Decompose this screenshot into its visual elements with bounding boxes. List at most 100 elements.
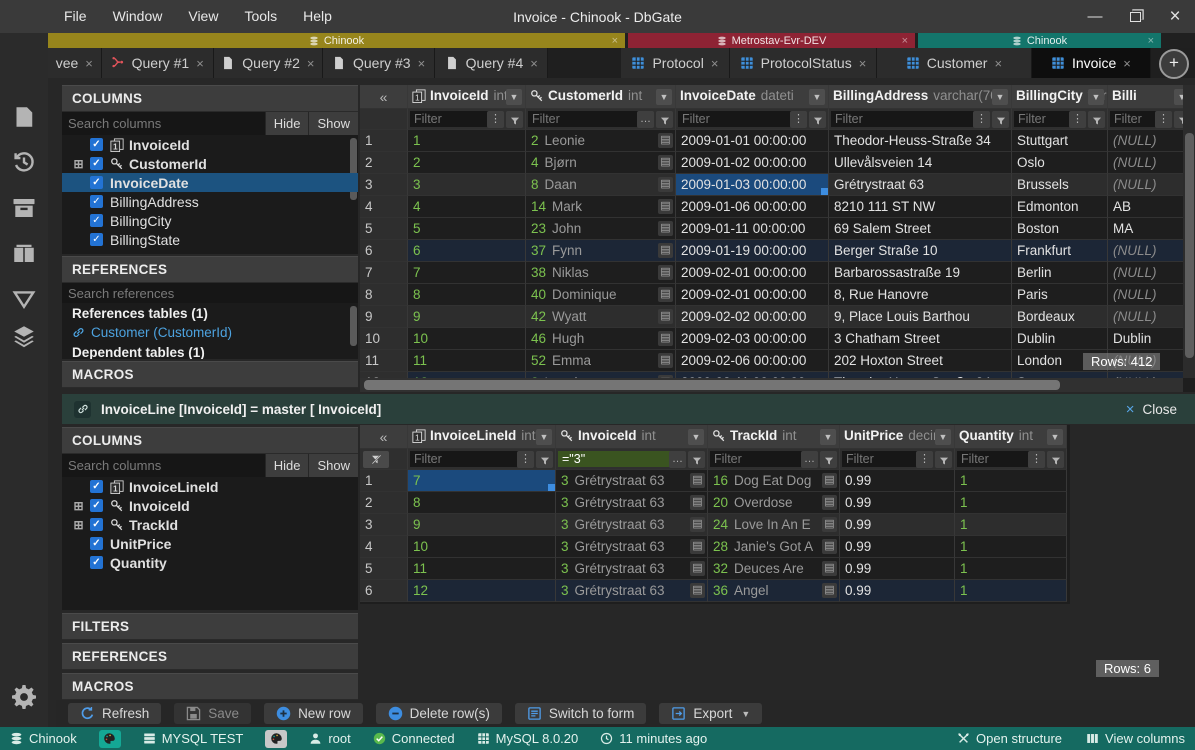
column-item-invoicelineid[interactable]: ✓1InvoiceLineId: [62, 477, 358, 496]
data-cell[interactable]: 3: [408, 174, 526, 196]
column-menu-chevron[interactable]: ▼: [992, 89, 1008, 105]
data-cell[interactable]: 42Wyatt▤: [526, 306, 676, 328]
column-header-trackid[interactable]: TrackIdint▼: [708, 425, 840, 449]
expand-icon[interactable]: ⊞: [72, 518, 85, 532]
column-item-billingaddress[interactable]: ✓BillingAddress: [62, 192, 358, 211]
tab-customer[interactable]: Customer×: [877, 48, 1032, 78]
data-cell[interactable]: 11: [408, 350, 526, 372]
filter-funnel-button[interactable]: [506, 111, 523, 128]
open-reference-button[interactable]: ▤: [690, 583, 705, 598]
column-item-invoiceid[interactable]: ⊞✓InvoiceId: [62, 496, 358, 515]
minimize-button[interactable]: —: [1075, 0, 1115, 33]
data-cell[interactable]: 1: [955, 492, 1067, 514]
references-section-header[interactable]: REFERENCES: [62, 256, 358, 283]
open-reference-button[interactable]: ▤: [658, 155, 673, 170]
switch-to-form-button[interactable]: Switch to form: [515, 703, 647, 724]
column-item-billingcity[interactable]: ✓BillingCity: [62, 211, 358, 230]
data-cell[interactable]: Bordeaux: [1012, 306, 1108, 328]
data-cell[interactable]: 0.99: [840, 492, 955, 514]
close-group-icon[interactable]: ×: [1148, 35, 1154, 47]
data-cell[interactable]: 2009-02-01 00:00:00: [676, 262, 829, 284]
data-cell[interactable]: 1: [955, 558, 1067, 580]
rail-archive-button[interactable]: [12, 196, 36, 220]
column-menu-chevron[interactable]: ▼: [688, 429, 704, 445]
search-columns-input[interactable]: [62, 112, 265, 135]
column-header-billingaddress[interactable]: BillingAddressvarchar(70▼: [829, 85, 1012, 109]
column-item-quantity[interactable]: ✓Quantity: [62, 553, 358, 572]
row-number-cell[interactable]: 3: [360, 514, 408, 536]
open-reference-button[interactable]: ▤: [658, 265, 673, 280]
data-cell[interactable]: Dublin: [1108, 328, 1194, 350]
row-number-cell[interactable]: 6: [360, 240, 408, 262]
close-tab-icon[interactable]: ×: [994, 56, 1002, 71]
filter-menu-button[interactable]: ⋮: [973, 111, 990, 128]
filter-input[interactable]: [842, 451, 922, 467]
data-cell[interactable]: 8: [408, 492, 556, 514]
filter-input[interactable]: [678, 111, 796, 127]
menu-file[interactable]: File: [51, 0, 100, 33]
data-cell[interactable]: 8210 111 ST NW: [829, 196, 1012, 218]
row-number-cell[interactable]: 4: [360, 196, 408, 218]
filter-funnel-button[interactable]: [820, 451, 837, 468]
open-reference-button[interactable]: ▤: [690, 495, 705, 510]
search-references-input[interactable]: [62, 283, 358, 303]
detail-macros-header[interactable]: MACROS: [62, 673, 358, 700]
filter-menu-button[interactable]: ⋮: [790, 111, 807, 128]
menu-tools[interactable]: Tools: [231, 0, 290, 33]
checkbox[interactable]: ✓: [90, 157, 103, 170]
data-cell[interactable]: 3Grétrystraat 63▤: [556, 558, 708, 580]
column-item-invoiceid[interactable]: ✓1InvoiceId: [62, 135, 358, 154]
data-cell[interactable]: 1: [955, 580, 1067, 602]
row-number-cell[interactable]: 6: [360, 580, 408, 602]
rail-settings-button[interactable]: [12, 685, 36, 709]
data-cell[interactable]: 36Angel▤: [708, 580, 840, 602]
open-reference-button[interactable]: ▤: [690, 561, 705, 576]
status-view-columns[interactable]: View columns: [1086, 731, 1185, 746]
checkbox[interactable]: ✓: [90, 214, 103, 227]
column-menu-chevron[interactable]: ▼: [820, 429, 836, 445]
filter-input[interactable]: [710, 451, 807, 467]
close-tab-icon[interactable]: ×: [85, 56, 93, 71]
checkbox[interactable]: ✓: [90, 233, 103, 246]
data-cell[interactable]: (NULL): [1108, 240, 1194, 262]
row-number-cell[interactable]: 2: [360, 492, 408, 514]
detail-show-button[interactable]: Show: [308, 454, 358, 477]
hide-button[interactable]: Hide: [265, 112, 309, 135]
data-cell[interactable]: 4: [408, 196, 526, 218]
data-cell[interactable]: Brussels: [1012, 174, 1108, 196]
filter-input[interactable]: [410, 451, 523, 467]
status-mysql-test[interactable]: MYSQL TEST: [143, 731, 244, 746]
data-cell[interactable]: 1: [955, 536, 1067, 558]
tab-vee[interactable]: vee×: [48, 48, 102, 78]
data-cell[interactable]: 2009-02-06 00:00:00: [676, 350, 829, 372]
rail-files-button[interactable]: [12, 105, 36, 129]
data-cell[interactable]: 1: [955, 470, 1067, 492]
open-reference-button[interactable]: ▤: [690, 517, 705, 532]
export-button[interactable]: Export▼: [659, 703, 762, 724]
data-cell[interactable]: 9, Place Louis Barthou: [829, 306, 1012, 328]
data-cell[interactable]: Barbarossastraße 19: [829, 262, 1012, 284]
row-number-cell[interactable]: 10: [360, 328, 408, 350]
filter-funnel-button[interactable]: [1047, 451, 1064, 468]
close-group-icon[interactable]: ×: [612, 35, 618, 47]
data-cell[interactable]: 2009-02-03 00:00:00: [676, 328, 829, 350]
data-cell[interactable]: 202 Hoxton Street: [829, 350, 1012, 372]
column-item-trackid[interactable]: ⊞✓TrackId: [62, 515, 358, 534]
data-cell[interactable]: (NULL): [1108, 284, 1194, 306]
column-menu-chevron[interactable]: ▼: [935, 429, 951, 445]
data-cell[interactable]: 2009-01-02 00:00:00: [676, 152, 829, 174]
rail-filter-triangle-button[interactable]: [12, 287, 36, 311]
column-header-customerid[interactable]: CustomerIdint▼: [526, 85, 676, 109]
data-cell[interactable]: 8, Rue Hanovre: [829, 284, 1012, 306]
save-button[interactable]: Save: [174, 703, 251, 724]
rail-history-button[interactable]: [12, 150, 36, 174]
column-header-billingcity[interactable]: BillingCityvarcha▼: [1012, 85, 1108, 109]
data-cell[interactable]: AB: [1108, 196, 1194, 218]
filter-input[interactable]: [528, 111, 643, 127]
data-cell[interactable]: 7: [408, 470, 556, 492]
data-cell[interactable]: Berger Straße 10: [829, 240, 1012, 262]
filter-input[interactable]: [831, 111, 979, 127]
filters-section-header[interactable]: FILTERS: [62, 613, 358, 640]
data-cell[interactable]: 10: [408, 328, 526, 350]
close-group-icon[interactable]: ×: [902, 35, 908, 47]
